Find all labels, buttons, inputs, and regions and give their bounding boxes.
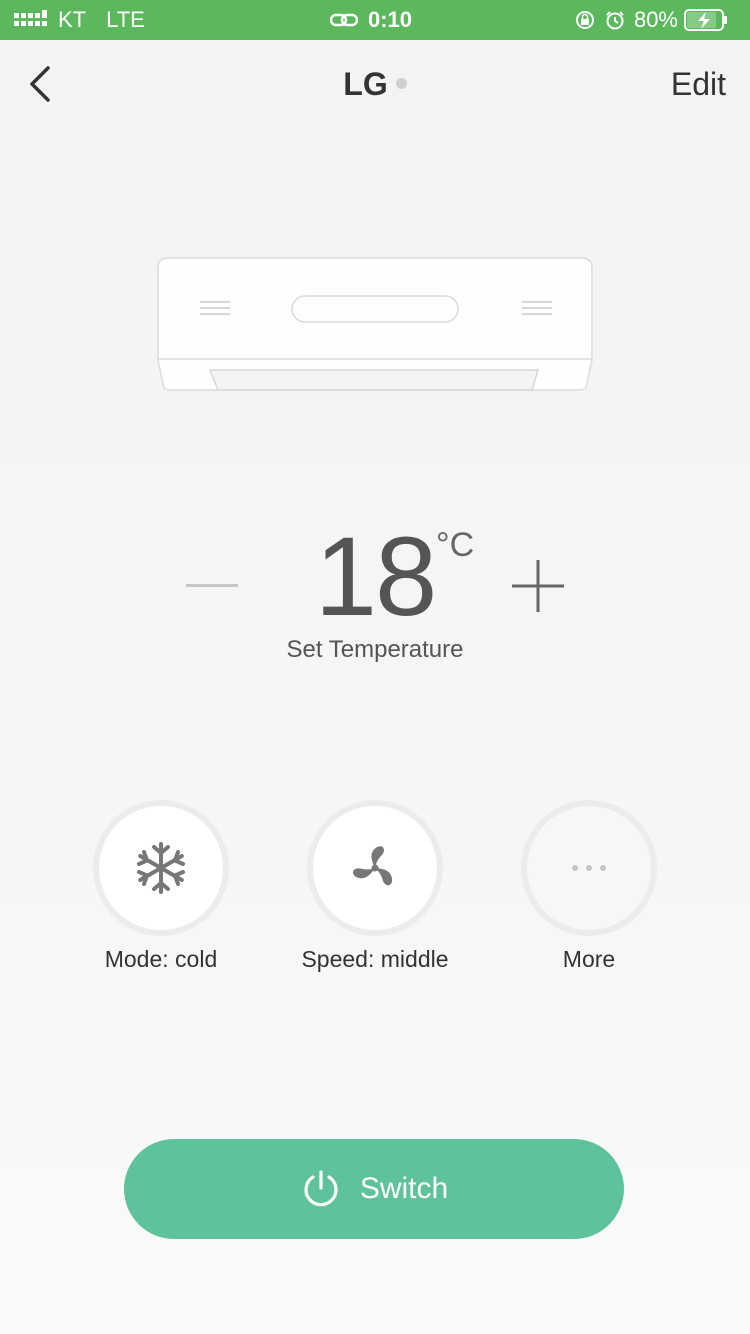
rotation-lock-icon bbox=[575, 11, 594, 29]
network-label: LTE bbox=[106, 7, 145, 32]
switch-label: Switch bbox=[359, 1172, 449, 1205]
edit-button[interactable]: Edit bbox=[671, 66, 726, 103]
temperature-value: 18 bbox=[314, 514, 438, 639]
mode-label: Mode: cold bbox=[104, 946, 218, 972]
more-label: More bbox=[562, 946, 616, 972]
temperature-unit: °C bbox=[436, 526, 475, 564]
mode-button[interactable] bbox=[93, 800, 233, 940]
status-bar: KT LTE 0:10 80% bbox=[0, 0, 750, 40]
signal-icon bbox=[14, 10, 47, 26]
switch-button[interactable]: Switch bbox=[124, 1139, 624, 1239]
link-icon bbox=[330, 13, 358, 27]
alarm-icon bbox=[606, 11, 624, 30]
page-title: LG bbox=[0, 66, 750, 103]
more-button[interactable] bbox=[521, 800, 661, 940]
status-dot bbox=[395, 78, 407, 90]
nav-bar: LG Edit bbox=[0, 40, 750, 128]
speed-button[interactable] bbox=[307, 800, 447, 940]
carrier-label: KT bbox=[58, 7, 87, 32]
power-icon bbox=[304, 1170, 338, 1207]
device-name: LG bbox=[343, 66, 388, 102]
air-conditioner-illustration bbox=[157, 257, 593, 391]
fan-icon bbox=[353, 846, 393, 886]
snowflake-icon bbox=[137, 842, 185, 894]
battery-percent: 80% bbox=[633, 7, 678, 32]
clock-time: 0:10 bbox=[368, 7, 413, 32]
decrease-temperature-button[interactable] bbox=[186, 584, 238, 587]
more-dots-icon bbox=[572, 865, 606, 871]
set-temperature-label: Set Temperature bbox=[286, 636, 464, 663]
speed-label: Speed: middle bbox=[301, 946, 449, 972]
battery-charging-icon bbox=[684, 9, 727, 31]
increase-temperature-button[interactable] bbox=[510, 558, 566, 614]
